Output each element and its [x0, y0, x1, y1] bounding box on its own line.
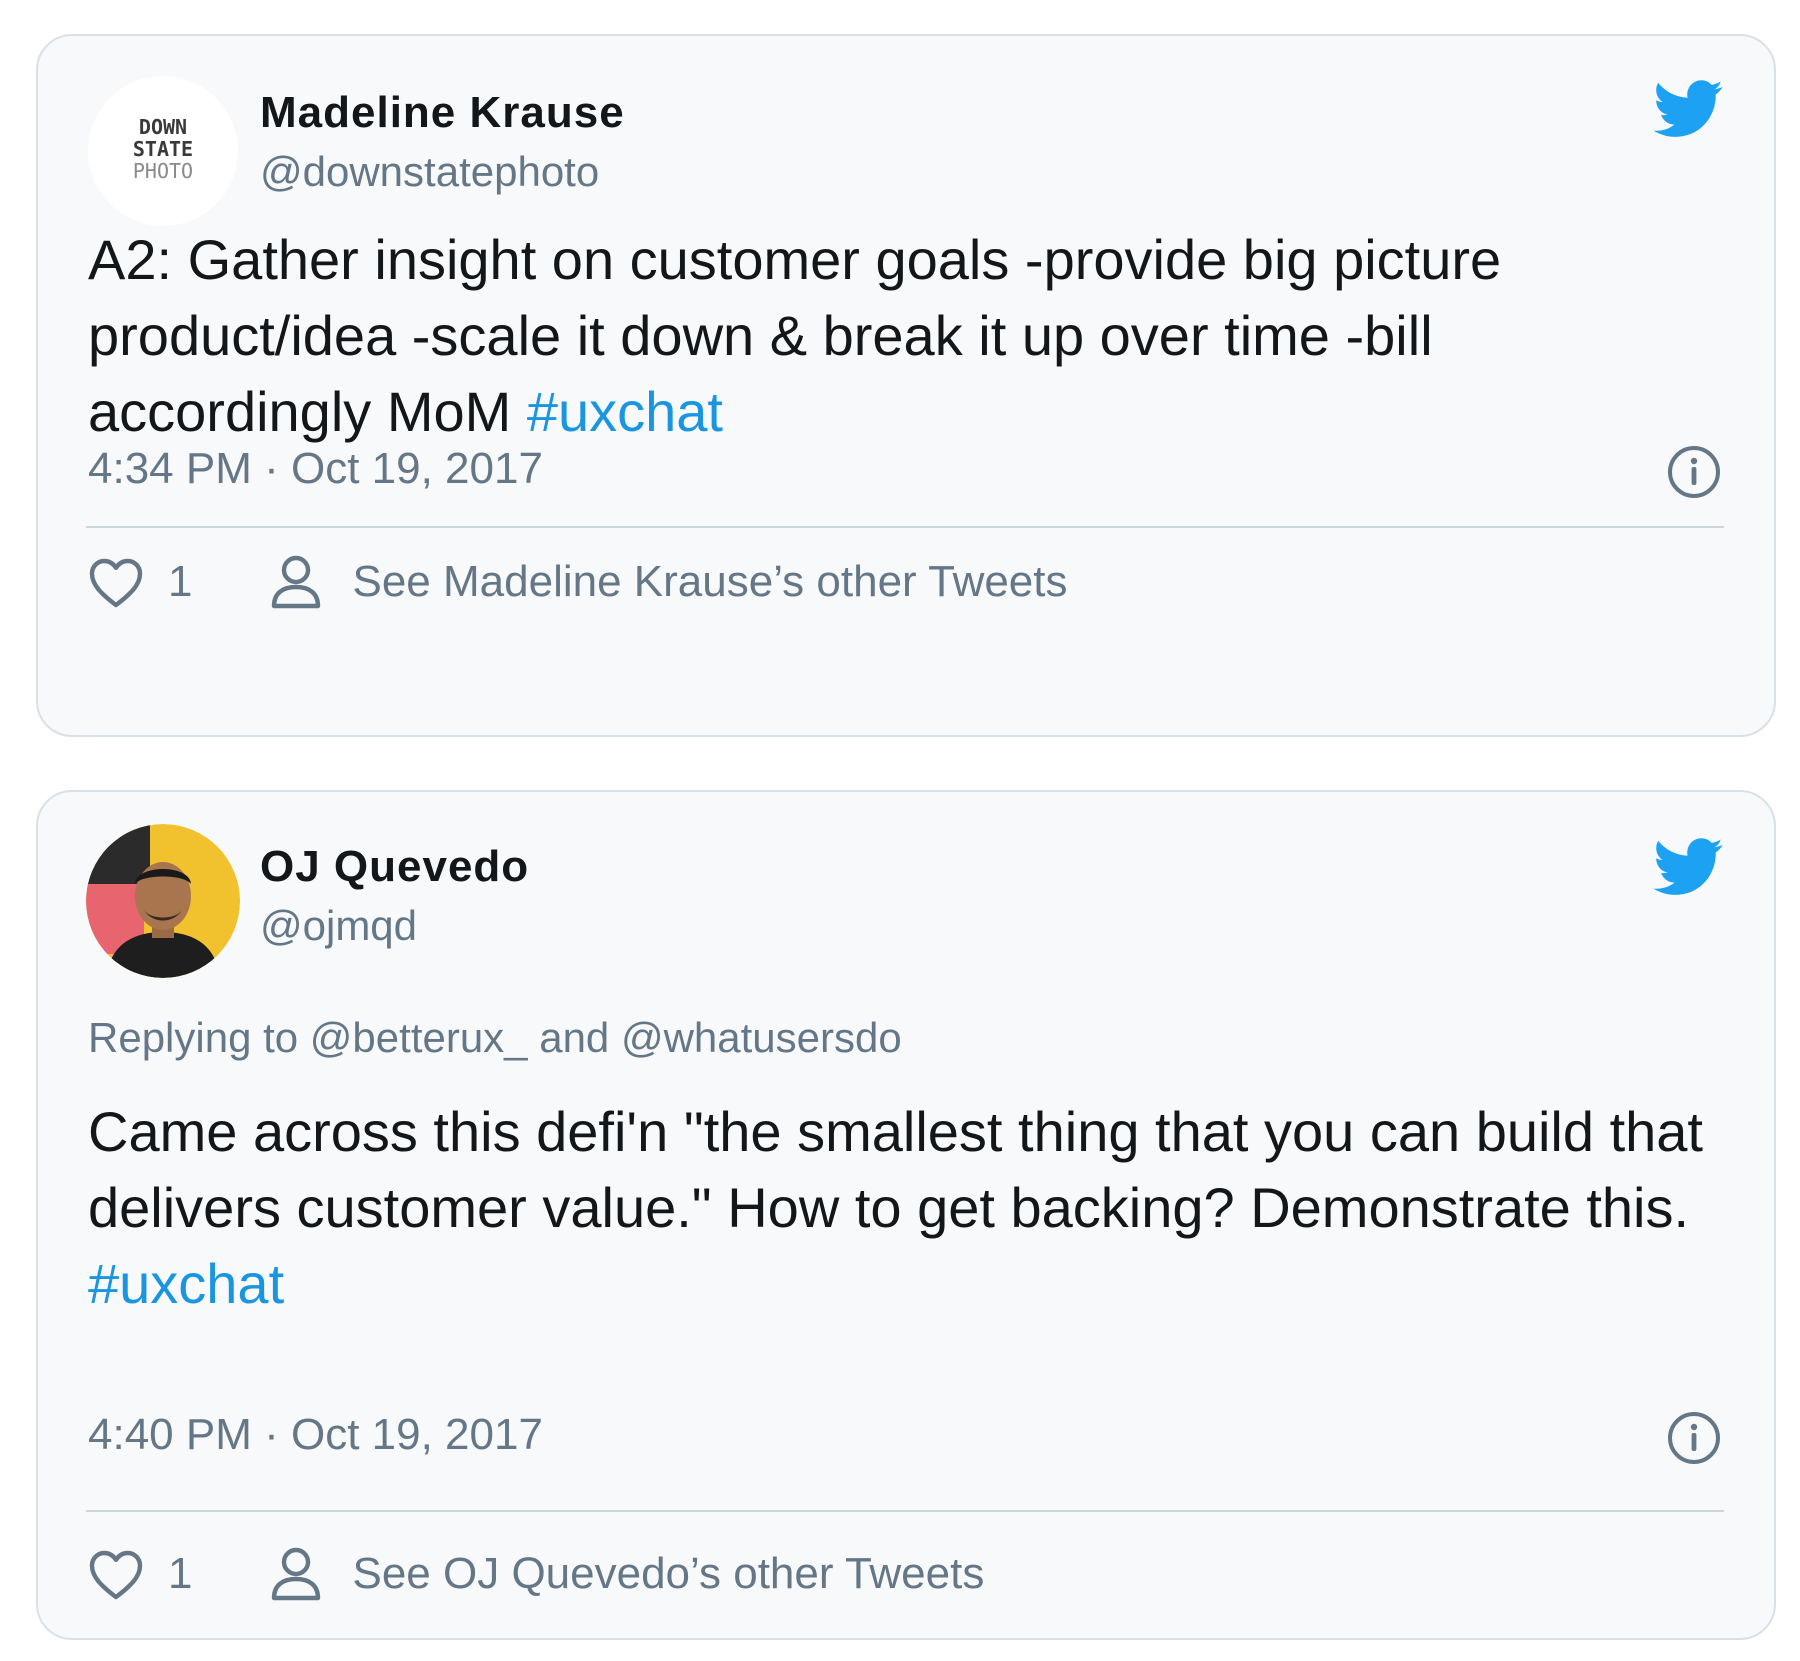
logo-line-3: PHOTO: [133, 159, 193, 183]
twitter-bird-icon[interactable]: [1653, 80, 1724, 138]
tweet-timestamp[interactable]: 4:34 PM · Oct 19, 2017: [88, 444, 543, 494]
tweet-text: Came across this defi'n "the smallest th…: [88, 1094, 1714, 1322]
downstate-photo-logo: DOWN STATE PHOTO: [88, 76, 238, 226]
author-name[interactable]: OJ Quevedo: [260, 842, 529, 892]
tweet-card: DOWN STATE PHOTO Madeline Krause @downst…: [36, 34, 1776, 737]
tweet-actions: 1 See OJ Quevedo’s other Tweets: [88, 1544, 1724, 1604]
heart-icon[interactable]: [88, 1548, 144, 1600]
hashtag-link[interactable]: #uxchat: [88, 1252, 284, 1315]
tweet-body: Came across this defi'n "the smallest th…: [88, 1100, 1703, 1239]
avatar[interactable]: DOWN STATE PHOTO: [88, 76, 238, 226]
profile-photo: [86, 824, 240, 978]
replying-to[interactable]: Replying to @betterux_ and @whatusersdo: [88, 1014, 902, 1062]
info-icon[interactable]: [1666, 1410, 1722, 1466]
hashtag-link[interactable]: #uxchat: [527, 380, 723, 443]
tweet-actions: 1 See Madeline Krause’s other Tweets: [88, 552, 1724, 612]
logo-line-2: STATE: [133, 137, 193, 161]
author-name[interactable]: Madeline Krause: [260, 88, 625, 138]
author-handle[interactable]: @ojmqd: [260, 902, 417, 950]
tweet-text: A2: Gather insight on customer goals -pr…: [88, 222, 1714, 450]
person-icon[interactable]: [270, 1546, 322, 1602]
divider: [86, 526, 1724, 528]
tweet-card: OJ Quevedo @ojmqd Replying to @betterux_…: [36, 790, 1776, 1640]
twitter-bird-icon[interactable]: [1653, 838, 1724, 896]
like-count[interactable]: 1: [168, 1549, 192, 1599]
other-tweets-link[interactable]: See OJ Quevedo’s other Tweets: [352, 1549, 984, 1599]
divider: [86, 1510, 1724, 1512]
avatar[interactable]: [86, 824, 240, 978]
author-handle[interactable]: @downstatephoto: [260, 148, 599, 196]
tweet-timestamp[interactable]: 4:40 PM · Oct 19, 2017: [88, 1410, 543, 1460]
heart-icon[interactable]: [88, 556, 144, 608]
like-count[interactable]: 1: [168, 557, 192, 607]
info-icon[interactable]: [1666, 444, 1722, 500]
tweet-body: A2: Gather insight on customer goals -pr…: [88, 228, 1502, 443]
logo-line-1: DOWN: [139, 115, 187, 139]
other-tweets-link[interactable]: See Madeline Krause’s other Tweets: [352, 557, 1067, 607]
person-icon[interactable]: [270, 554, 322, 610]
